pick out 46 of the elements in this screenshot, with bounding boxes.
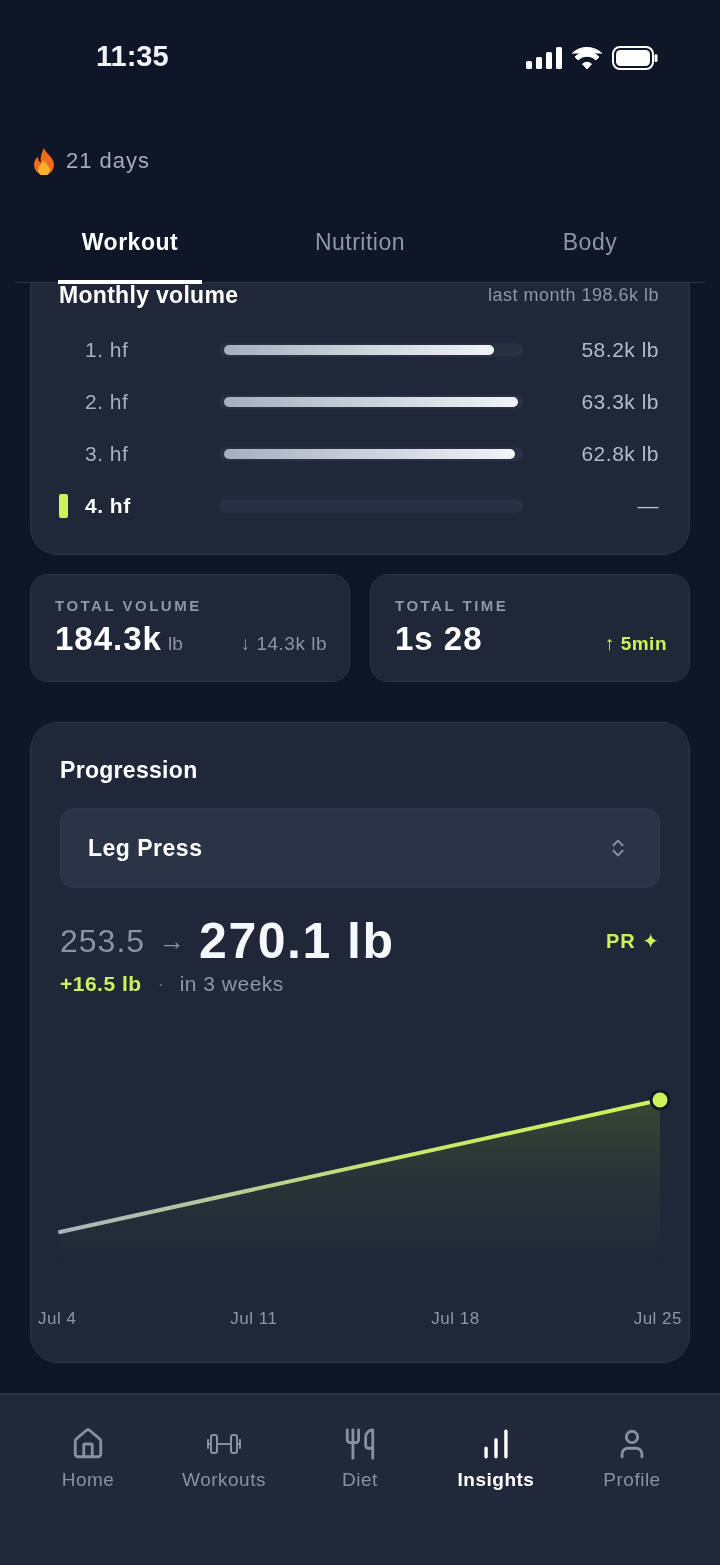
nav-item[interactable]: Insights: [428, 1395, 564, 1565]
axis-label: Jul 4: [38, 1309, 77, 1329]
stat-value: 184.3k: [55, 620, 162, 658]
home-icon: [71, 1427, 105, 1461]
month-label: 3. hf: [85, 442, 130, 466]
comparison-label: last month 198.6k lb: [487, 284, 659, 306]
flame-icon: [32, 147, 56, 175]
axis-label: Jul 18: [431, 1309, 480, 1329]
period-label: in 3 weeks: [179, 972, 284, 996]
current-weight: 270.1 lb: [199, 912, 395, 970]
nav-item[interactable]: Diet: [292, 1395, 428, 1565]
exercise-select[interactable]: Leg Press: [60, 808, 660, 888]
nav-item[interactable]: Workouts: [156, 1395, 292, 1565]
stat-value: 1s 28: [395, 620, 483, 658]
status-time: 11:35: [96, 40, 169, 73]
tab[interactable]: Body: [475, 220, 705, 284]
wifi-icon: [572, 47, 602, 69]
separator-dot: ·: [157, 973, 164, 995]
month-label: 2. hf: [85, 390, 130, 414]
signal-icon: [526, 47, 562, 69]
card-title: Monthly volume: [59, 281, 239, 309]
streak-label: 21 days: [66, 148, 151, 174]
axis-label: Jul 25: [633, 1309, 682, 1329]
volume-value: —: [636, 494, 659, 518]
volume-value: 58.2k lb: [580, 338, 659, 362]
month-label: 1. hf: [85, 338, 130, 362]
card-title: Progression: [60, 757, 199, 784]
start-weight: 253.5: [60, 922, 146, 960]
volume-value: 63.3k lb: [580, 390, 659, 414]
stat-label: TOTAL VOLUME: [55, 597, 203, 614]
end-point: [649, 1089, 671, 1111]
nav-item[interactable]: Home: [20, 1395, 156, 1565]
stat-change: ↑ 5min: [604, 633, 667, 655]
arrow-glyph: →: [159, 925, 186, 957]
axis-label: Jul 11: [230, 1309, 278, 1329]
tab[interactable]: Nutrition: [245, 220, 475, 284]
month-label: 4. hf: [85, 494, 132, 518]
weight-gain: +16.5 lb: [60, 972, 142, 996]
pr-label: PR ✦: [605, 929, 660, 953]
battery-icon: [612, 46, 658, 70]
fork-knife-icon: [343, 1427, 377, 1461]
stat-label: TOTAL TIME: [395, 597, 510, 614]
stat-unit: lb: [167, 633, 183, 655]
volume-value: 62.8k lb: [580, 442, 659, 466]
stat-change: ↓ 14.3k lb: [240, 633, 327, 655]
nav-item[interactable]: Profile: [564, 1395, 700, 1565]
